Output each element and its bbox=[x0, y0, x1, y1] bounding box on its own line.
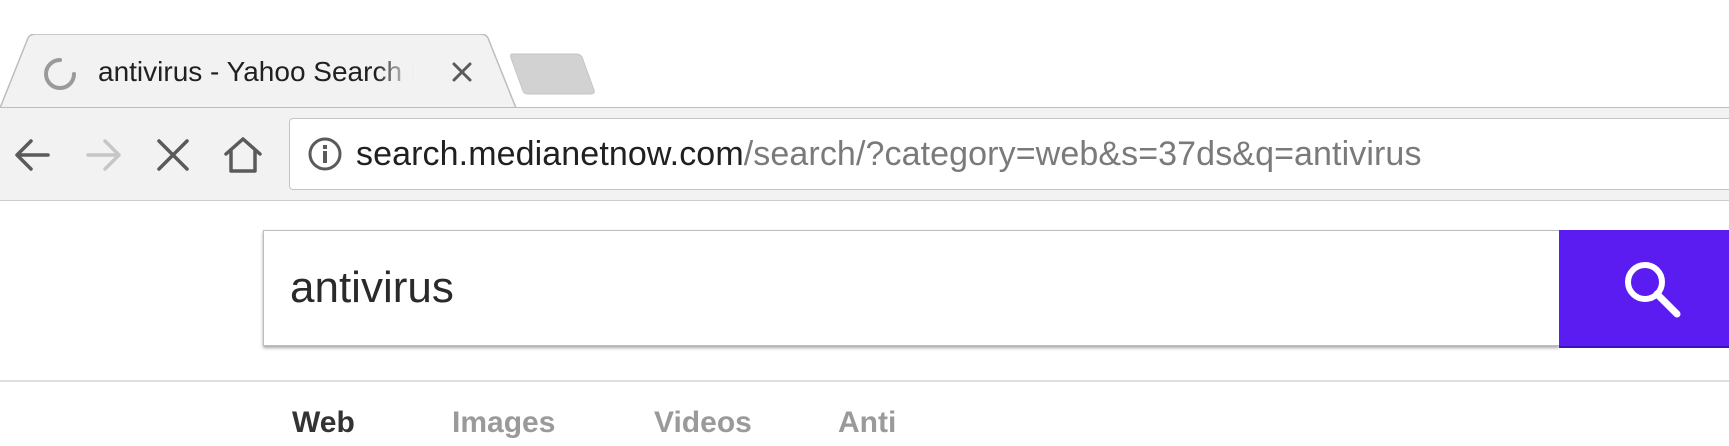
address-bar[interactable]: search.medianetnow.com/search/?category=… bbox=[289, 118, 1729, 190]
url-path: /search/?category=web&s=37ds&q=antivirus bbox=[743, 135, 1422, 173]
loading-spinner-icon bbox=[44, 58, 76, 90]
browser-toolbar: search.medianetnow.com/search/?category=… bbox=[0, 107, 1729, 201]
search-input[interactable] bbox=[263, 230, 1559, 346]
info-icon[interactable] bbox=[306, 135, 344, 173]
nav-tab-anti[interactable]: Anti bbox=[838, 406, 896, 440]
nav-tab-videos[interactable]: Videos bbox=[654, 406, 752, 440]
tab-title: antivirus - Yahoo Search Results bbox=[98, 56, 416, 87]
home-icon bbox=[224, 137, 262, 173]
back-button[interactable] bbox=[10, 132, 56, 178]
forward-button[interactable] bbox=[80, 132, 126, 178]
search-icon bbox=[1625, 262, 1681, 318]
arrow-right-icon bbox=[86, 139, 121, 171]
home-button[interactable] bbox=[220, 132, 266, 178]
stop-button[interactable] bbox=[150, 132, 196, 178]
close-icon bbox=[157, 139, 189, 171]
search-button[interactable] bbox=[1559, 230, 1729, 348]
new-tab-button[interactable] bbox=[508, 52, 598, 96]
tab-close-icon[interactable] bbox=[448, 58, 476, 86]
arrow-left-icon bbox=[15, 139, 50, 171]
nav-tab-web[interactable]: Web bbox=[292, 406, 355, 440]
url-host: search.medianetnow.com bbox=[356, 135, 744, 173]
header-divider bbox=[0, 380, 1729, 382]
tab-strip: antivirus - Yahoo Search Results bbox=[0, 0, 1729, 108]
tab-title-fade bbox=[376, 52, 420, 92]
search-form bbox=[263, 230, 1729, 350]
address-url[interactable]: search.medianetnow.com/search/?category=… bbox=[356, 119, 1422, 189]
nav-tab-images[interactable]: Images bbox=[452, 406, 555, 440]
